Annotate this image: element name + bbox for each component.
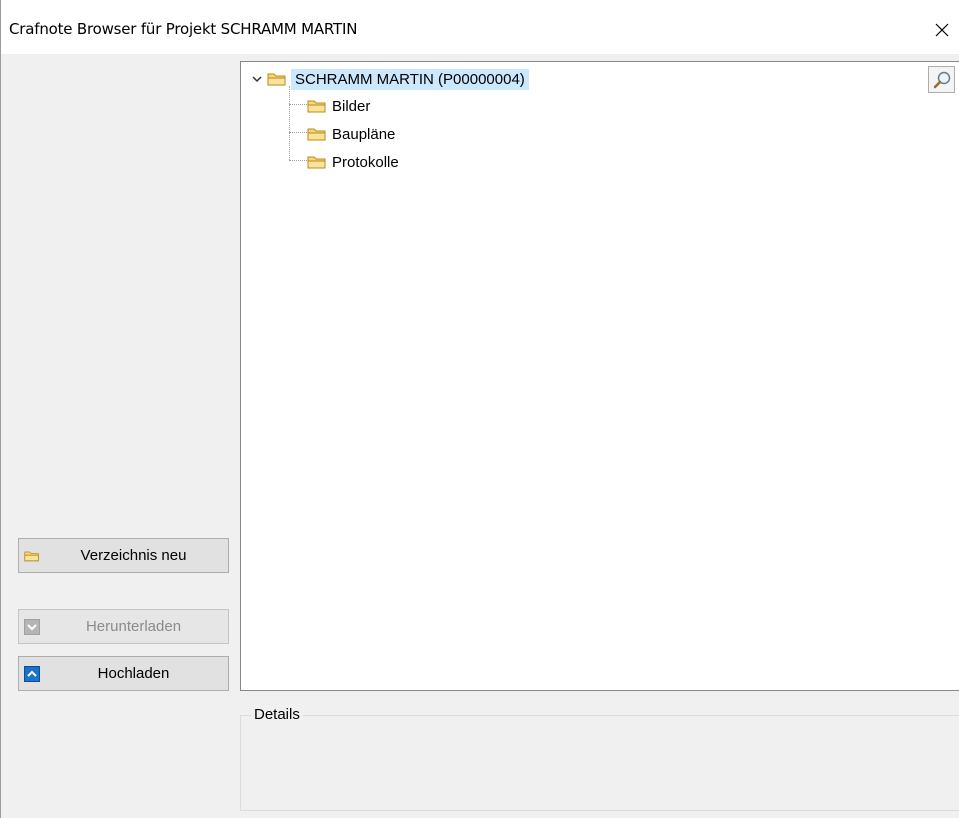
tree-connector — [289, 86, 290, 160]
tree-connector — [289, 160, 307, 161]
tree-item-protokolle[interactable]: Protokolle — [307, 151, 399, 173]
folder-icon — [307, 128, 326, 141]
folder-icon — [307, 100, 326, 113]
tree-item-bauplaene[interactable]: Baupläne — [307, 123, 395, 145]
crafnote-browser-window: Crafnote Browser für Projekt SCHRAMM MAR… — [0, 0, 959, 818]
tree-connector — [289, 132, 307, 133]
chevron-down-icon[interactable] — [251, 73, 263, 85]
download-label: Herunterladen — [85, 618, 182, 635]
new-folder-label: Verzeichnis neu — [80, 547, 187, 564]
search-button[interactable] — [928, 66, 955, 93]
tree-item-bilder[interactable]: Bilder — [307, 95, 370, 117]
tree-root-item[interactable]: SCHRAMM MARTIN (P00000004) — [251, 68, 529, 90]
new-folder-button[interactable]: Verzeichnis neu — [18, 538, 229, 573]
folder-icon — [307, 156, 326, 169]
tree-item-label: Protokolle — [332, 153, 399, 171]
window-title: Crafnote Browser für Projekt SCHRAMM MAR… — [9, 20, 358, 38]
close-button[interactable] — [924, 6, 959, 54]
upload-icon — [24, 665, 40, 682]
tree-item-label: Baupläne — [332, 125, 396, 143]
upload-button[interactable]: Hochladen — [18, 656, 229, 691]
upload-label: Hochladen — [97, 665, 170, 682]
folder-tree[interactable]: SCHRAMM MARTIN (P00000004) Bilder Bauplä… — [240, 61, 959, 691]
tree-connector — [289, 104, 307, 105]
folder-icon — [267, 73, 286, 86]
download-button[interactable]: Herunterladen — [18, 609, 229, 644]
title-bar: Crafnote Browser für Projekt SCHRAMM MAR… — [1, 0, 959, 54]
magnifier-icon — [933, 71, 950, 88]
tree-root-label: SCHRAMM MARTIN (P00000004) — [291, 68, 529, 90]
details-group: Details — [240, 706, 959, 811]
details-title: Details — [251, 706, 303, 723]
download-icon — [24, 618, 40, 635]
folder-icon — [24, 551, 39, 561]
tree-item-label: Bilder — [332, 97, 371, 115]
close-icon — [935, 23, 949, 37]
